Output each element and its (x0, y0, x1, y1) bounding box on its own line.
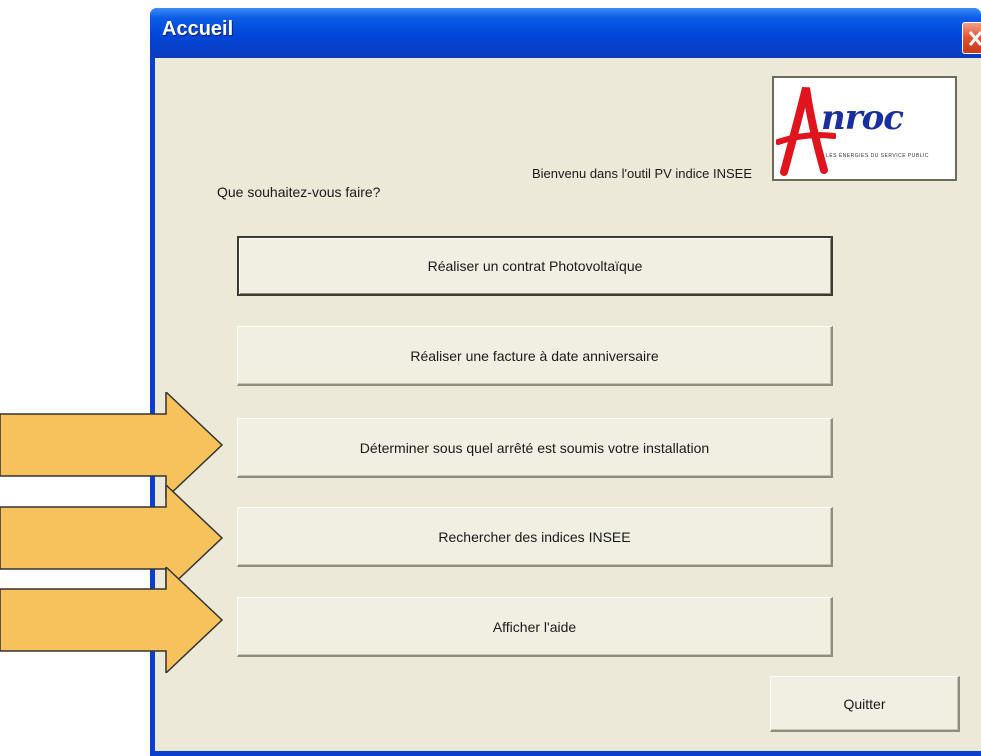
window-title: Accueil (162, 18, 234, 40)
annotation-arrow-help (0, 567, 224, 673)
quit-button[interactable]: Quitter (770, 676, 960, 732)
quit-label: Quitter (843, 695, 886, 712)
anroc-logo: nroc LES ÉNERGIES DU SERVICE PUBLIC (772, 76, 957, 181)
question-text: Que souhaitez-vous faire? (217, 184, 381, 200)
determine-decree-button[interactable]: Déterminer sous quel arrêté est soumis v… (237, 418, 833, 478)
create-anniversary-invoice-button[interactable]: Réaliser une facture à date anniversaire (237, 326, 833, 386)
dialog-body: Bienvenu dans l'outil PV indice INSEE Qu… (155, 58, 981, 751)
create-pv-contract-label: Réaliser un contrat Photovoltaïque (427, 258, 643, 274)
show-help-button[interactable]: Afficher l'aide (237, 597, 833, 657)
search-insee-indices-button[interactable]: Rechercher des indices INSEE (237, 507, 833, 567)
annotation-arrow-decree (0, 392, 224, 498)
welcome-text: Bienvenu dans l'outil PV indice INSEE (532, 166, 752, 181)
logo-tagline: LES ÉNERGIES DU SERVICE PUBLIC (826, 153, 929, 159)
determine-decree-label: Déterminer sous quel arrêté est soumis v… (359, 439, 710, 456)
application-window: Accueil Bienvenu dans l'outil PV indice … (150, 8, 981, 756)
close-icon (968, 31, 981, 46)
title-bar[interactable]: Accueil (150, 8, 981, 58)
logo-brand-text: nroc (821, 98, 904, 138)
create-pv-contract-button[interactable]: Réaliser un contrat Photovoltaïque (237, 236, 833, 296)
show-help-label: Afficher l'aide (492, 618, 577, 635)
create-anniversary-invoice-label: Réaliser une facture à date anniversaire (410, 347, 659, 364)
close-button[interactable] (962, 22, 981, 54)
search-insee-indices-label: Rechercher des indices INSEE (438, 528, 631, 545)
